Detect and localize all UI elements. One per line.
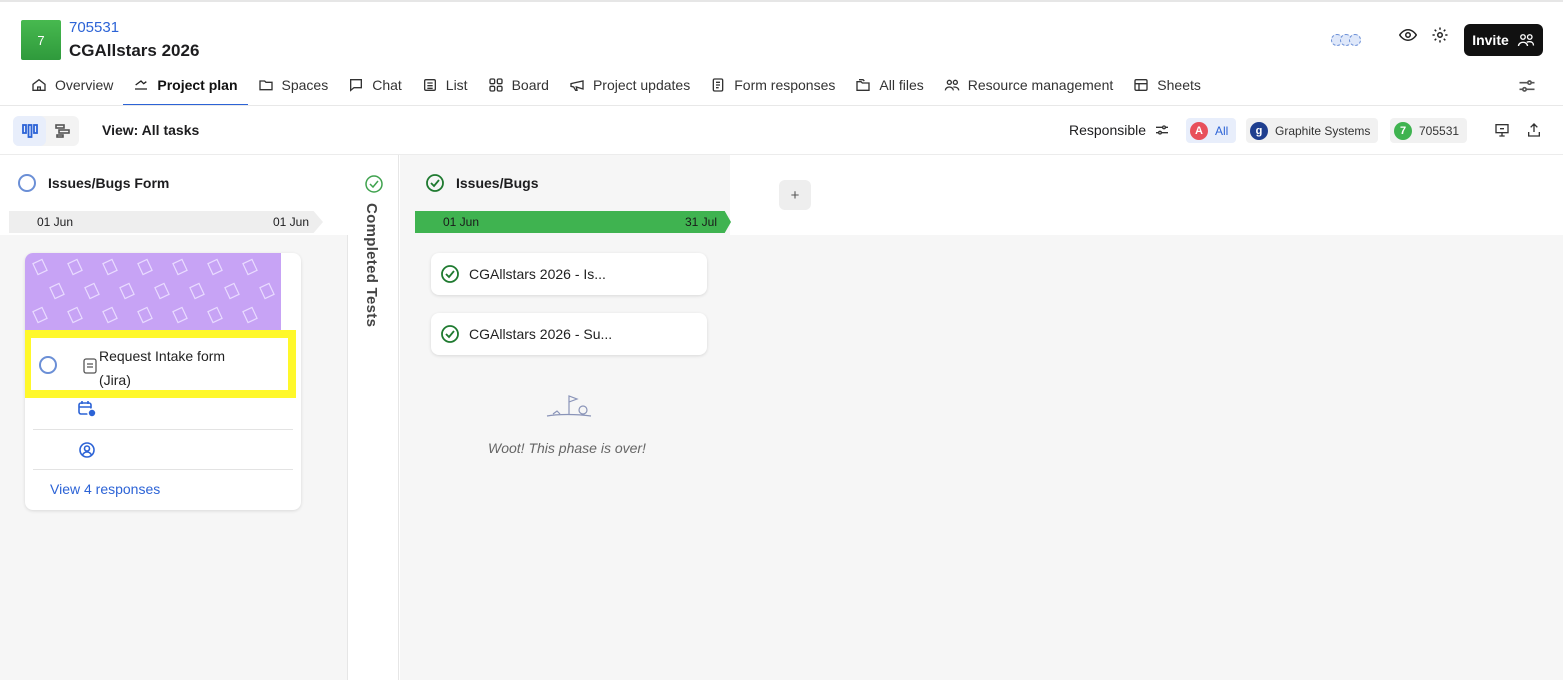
- tabs-divider: [0, 105, 1563, 106]
- filter-chip-project[interactable]: 7 705531: [1390, 118, 1468, 143]
- check-circle-icon[interactable]: [426, 174, 444, 192]
- project-tabs: Overview Project plan Spaces Chat List B…: [21, 66, 1211, 106]
- member-avatars[interactable]: [1331, 24, 1370, 56]
- tab-all-files[interactable]: All files: [845, 66, 933, 104]
- form-card[interactable]: Request Intake form (Jira) View 4 respon…: [25, 253, 301, 510]
- sliders-icon: [1156, 125, 1169, 135]
- tab-project-plan[interactable]: Project plan: [123, 66, 248, 106]
- gantt-view-button[interactable]: [46, 116, 79, 146]
- task-title: CGAllstars 2026 - Is...: [469, 266, 606, 282]
- phase-title[interactable]: Issues/Bugs: [426, 174, 538, 192]
- tab-list[interactable]: List: [412, 66, 478, 104]
- finish-flag-illustration: [546, 395, 592, 417]
- board-icon: [488, 78, 503, 92]
- tab-board[interactable]: Board: [478, 66, 559, 104]
- megaphone-icon: [570, 80, 584, 91]
- check-circle-icon[interactable]: [441, 265, 459, 283]
- form-icon: [83, 358, 97, 374]
- task-title: CGAllstars 2026 - Su...: [469, 326, 613, 342]
- invite-button[interactable]: Invite: [1464, 24, 1543, 56]
- card-cover-image: [25, 253, 281, 331]
- avatar: g: [1250, 121, 1268, 140]
- phase-date-bar[interactable]: 01 Jun 31 Jul: [415, 211, 731, 233]
- files-icon: [856, 79, 871, 91]
- people-icon: [944, 79, 960, 91]
- phase-column-issues-bugs: Issues/Bugs 01 Jun 31 Jul CGAllstars 202…: [400, 155, 1563, 680]
- folder-icon: [258, 80, 273, 91]
- phase-title: Completed Tests: [363, 203, 380, 328]
- project-id[interactable]: 705531: [69, 19, 119, 36]
- list-icon: [423, 79, 436, 91]
- top-border: [0, 0, 1563, 2]
- plan-icon: [135, 80, 148, 90]
- phase-column-issues-bugs-form: Issues/Bugs Form 01 Jun 01 Jun Request I…: [0, 155, 348, 680]
- task-card[interactable]: CGAllstars 2026 - Su...: [431, 313, 707, 355]
- tab-chat[interactable]: Chat: [338, 66, 412, 104]
- task-card[interactable]: CGAllstars 2026 - Is...: [431, 253, 707, 295]
- phase-column-completed-tests[interactable]: Completed Tests: [349, 155, 399, 680]
- settings-sliders-icon[interactable]: [1517, 76, 1537, 96]
- people-icon: [1517, 34, 1534, 47]
- invite-label: Invite: [1472, 32, 1509, 48]
- tab-overview[interactable]: Overview: [21, 66, 123, 104]
- tab-form-responses[interactable]: Form responses: [700, 66, 845, 104]
- tab-project-updates[interactable]: Project updates: [559, 66, 700, 104]
- calendar-clock-icon: [78, 401, 97, 418]
- home-icon: [32, 78, 46, 91]
- phase-title[interactable]: Issues/Bugs Form: [18, 174, 169, 192]
- board: Issues/Bugs Form 01 Jun 01 Jun Request I…: [0, 155, 1563, 680]
- gear-icon[interactable]: [1429, 24, 1451, 46]
- chat-icon: [350, 79, 363, 92]
- form-icon: [712, 78, 724, 92]
- presentation-icon[interactable]: [1494, 122, 1512, 140]
- card-title-highlight[interactable]: Request Intake form (Jira): [25, 330, 296, 398]
- status-circle-icon[interactable]: [39, 356, 57, 374]
- view-mode-toggle: [13, 116, 79, 146]
- tab-spaces[interactable]: Spaces: [248, 66, 339, 104]
- columns-icon: [21, 124, 38, 138]
- project-badge[interactable]: 7: [21, 20, 61, 60]
- view-selector[interactable]: View: All tasks: [102, 122, 199, 138]
- table-icon: [1134, 79, 1148, 91]
- export-icon[interactable]: [1526, 122, 1544, 140]
- project-title: CGAllstars 2026: [69, 41, 200, 60]
- phase-date-bar[interactable]: 01 Jun 01 Jun: [9, 211, 323, 233]
- filter-chip-all[interactable]: A All: [1186, 118, 1237, 143]
- tab-resource-management[interactable]: Resource management: [934, 66, 1124, 104]
- filter-chip-graphite-systems[interactable]: g Graphite Systems: [1246, 118, 1379, 143]
- empty-phase-message: Woot! This phase is over!: [488, 440, 646, 456]
- avatar: 7: [1394, 121, 1412, 140]
- eye-icon[interactable]: [1397, 24, 1419, 46]
- check-circle-icon[interactable]: [441, 325, 459, 343]
- responsible-filter[interactable]: Responsible: [1069, 122, 1170, 138]
- card-title: Request Intake form (Jira): [99, 348, 226, 388]
- due-date-row[interactable]: [33, 398, 293, 430]
- assignee-row[interactable]: [33, 430, 293, 470]
- gantt-icon: [54, 124, 70, 138]
- add-phase-button[interactable]: +: [779, 180, 811, 210]
- status-circle-icon[interactable]: [18, 174, 36, 192]
- user-circle-icon: [79, 442, 95, 458]
- check-circle-icon[interactable]: [365, 175, 383, 193]
- tab-sheets[interactable]: Sheets: [1123, 66, 1211, 104]
- view-responses-link[interactable]: View 4 responses: [50, 481, 160, 497]
- board-view-button[interactable]: [13, 116, 46, 146]
- avatar: A: [1190, 121, 1208, 140]
